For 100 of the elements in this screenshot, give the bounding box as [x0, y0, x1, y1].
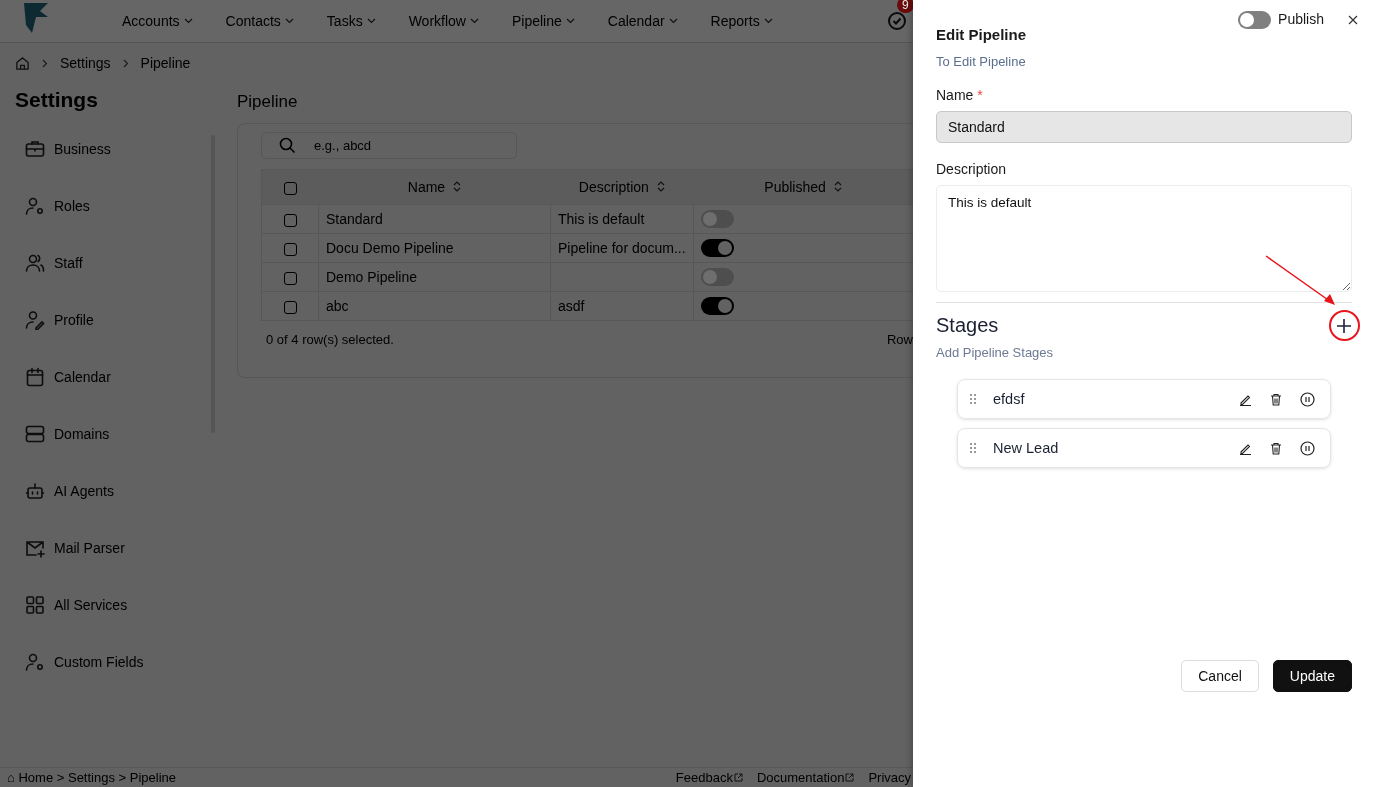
section-title: Stages: [936, 314, 999, 337]
pause-icon[interactable]: [1300, 440, 1315, 456]
page-title: Pipeline: [237, 91, 299, 113]
chevron-down-icon: [366, 18, 376, 24]
name-field[interactable]: Standard: [936, 111, 1352, 143]
server-icon: [25, 424, 45, 444]
table-cell: Demo Pipeline: [326, 269, 418, 285]
sidebar-item[interactable]: Calendar: [25, 365, 216, 389]
drawer-subtitle: To Edit Pipeline: [936, 54, 1027, 69]
footer-link[interactable]: Privacy: [868, 770, 911, 785]
footer-breadcrumb: ⌂ Home > Settings > Pipeline: [7, 770, 176, 785]
sort-icon[interactable]: [656, 181, 665, 192]
logo-icon[interactable]: [22, 1, 50, 35]
nav-menu-item[interactable]: Reports: [710, 13, 773, 29]
published-toggle[interactable]: [700, 210, 734, 229]
table-cell: Docu Demo Pipeline: [326, 240, 454, 256]
table-cell: This is default: [558, 211, 645, 227]
footer-link[interactable]: Feedback: [675, 770, 743, 785]
nav-menu-item[interactable]: Workflow: [408, 13, 479, 29]
plus-icon: [1336, 317, 1352, 334]
publish-label: Publish: [1278, 11, 1324, 27]
chevron-down-icon: [284, 18, 294, 24]
close-icon[interactable]: [1348, 15, 1358, 25]
field-label: Description: [936, 161, 1007, 177]
nav-menu-item[interactable]: Tasks: [326, 13, 376, 29]
row-checkbox[interactable]: [283, 271, 297, 285]
trash-icon[interactable]: [1270, 441, 1282, 455]
published-toggle[interactable]: [700, 239, 734, 258]
cancel-button[interactable]: Cancel: [1181, 660, 1259, 692]
trash-icon[interactable]: [1270, 392, 1282, 406]
chevron-right-icon: [42, 58, 48, 68]
nav-menu-item[interactable]: Calendar: [607, 13, 678, 29]
stage-card[interactable]: efdsf: [957, 379, 1331, 419]
table-cell: Pipeline for docum...: [558, 240, 686, 256]
column-header[interactable]: Published: [764, 179, 826, 195]
footer-link[interactable]: Documentation: [756, 770, 855, 785]
sidebar-item[interactable]: AI Agents: [25, 479, 216, 503]
nav-menu-item[interactable]: Contacts: [225, 13, 294, 29]
sidebar-title: Settings: [14, 87, 99, 112]
drag-handle-icon[interactable]: [969, 393, 977, 405]
row-checkbox[interactable]: [283, 242, 297, 256]
check-circle-icon[interactable]: [887, 11, 907, 31]
sidebar-item[interactable]: Custom Fields: [25, 650, 216, 674]
sort-icon[interactable]: [453, 181, 462, 192]
drag-handle-icon[interactable]: [969, 442, 977, 454]
stage-name: New Lead: [993, 440, 1060, 456]
briefcase-icon: [25, 139, 45, 159]
chevron-down-icon: [469, 18, 479, 24]
required-mark: *: [977, 87, 983, 103]
stage-name: efdsf: [993, 391, 1026, 407]
stage-card[interactable]: New Lead: [957, 428, 1331, 468]
pause-icon[interactable]: [1300, 391, 1315, 407]
chevron-down-icon: [668, 18, 678, 24]
row-checkbox[interactable]: [283, 213, 297, 227]
mail-plus-icon: [25, 538, 45, 558]
table-cell: asdf: [558, 298, 585, 314]
table-cell: Standard: [326, 211, 383, 227]
sidebar-item[interactable]: Domains: [25, 422, 216, 446]
home-icon[interactable]: [15, 55, 30, 71]
sort-icon[interactable]: [833, 181, 842, 192]
sidebar-item[interactable]: Business: [25, 137, 216, 161]
calendar-icon: [25, 367, 45, 387]
select-all-checkbox[interactable]: [283, 181, 297, 195]
user-gear-icon: [25, 196, 45, 216]
chevron-down-icon: [763, 18, 773, 24]
published-toggle[interactable]: [700, 297, 734, 316]
external-link-icon: [845, 773, 855, 782]
sidebar-item[interactable]: Staff: [25, 251, 216, 275]
chevron-down-icon: [183, 18, 193, 24]
column-header[interactable]: Name: [407, 179, 446, 195]
robot-icon: [25, 481, 45, 501]
sidebar-item[interactable]: All Services: [25, 593, 216, 617]
nav-menu-item[interactable]: Pipeline: [511, 13, 575, 29]
chevron-down-icon: [565, 18, 575, 24]
section-subtitle: Add Pipeline Stages: [936, 345, 1055, 360]
breadcrumb-link[interactable]: Pipeline: [140, 55, 191, 71]
rows-per-page-label: Row: [887, 332, 913, 347]
sidebar-item[interactable]: Profile: [25, 308, 216, 332]
search-field[interactable]: e.g., abcd: [261, 132, 517, 159]
sidebar-item[interactable]: Roles: [25, 194, 216, 218]
chevron-right-icon: [122, 58, 129, 68]
table-cell: abc: [326, 298, 349, 314]
users-icon: [25, 253, 45, 273]
row-checkbox[interactable]: [283, 300, 297, 314]
user-pencil-icon: [25, 310, 45, 330]
field-label: Name: [936, 87, 974, 103]
selection-count: 0 of 4 row(s) selected.: [266, 332, 394, 347]
nav-menu-item[interactable]: Accounts: [122, 13, 193, 29]
description-field[interactable]: This is default: [936, 185, 1352, 292]
search-icon: [279, 137, 296, 154]
external-link-icon: [733, 773, 743, 782]
publish-toggle[interactable]: [1238, 11, 1272, 29]
published-toggle[interactable]: [700, 268, 734, 287]
breadcrumb-link[interactable]: Settings: [60, 55, 111, 71]
notification-count: 9: [897, 0, 914, 13]
user-gear-icon: [25, 652, 45, 672]
update-button[interactable]: Update: [1272, 660, 1352, 692]
grid-icon: [25, 595, 45, 615]
sidebar-item[interactable]: Mail Parser: [25, 536, 216, 560]
drawer-title: Edit Pipeline: [936, 26, 1027, 43]
